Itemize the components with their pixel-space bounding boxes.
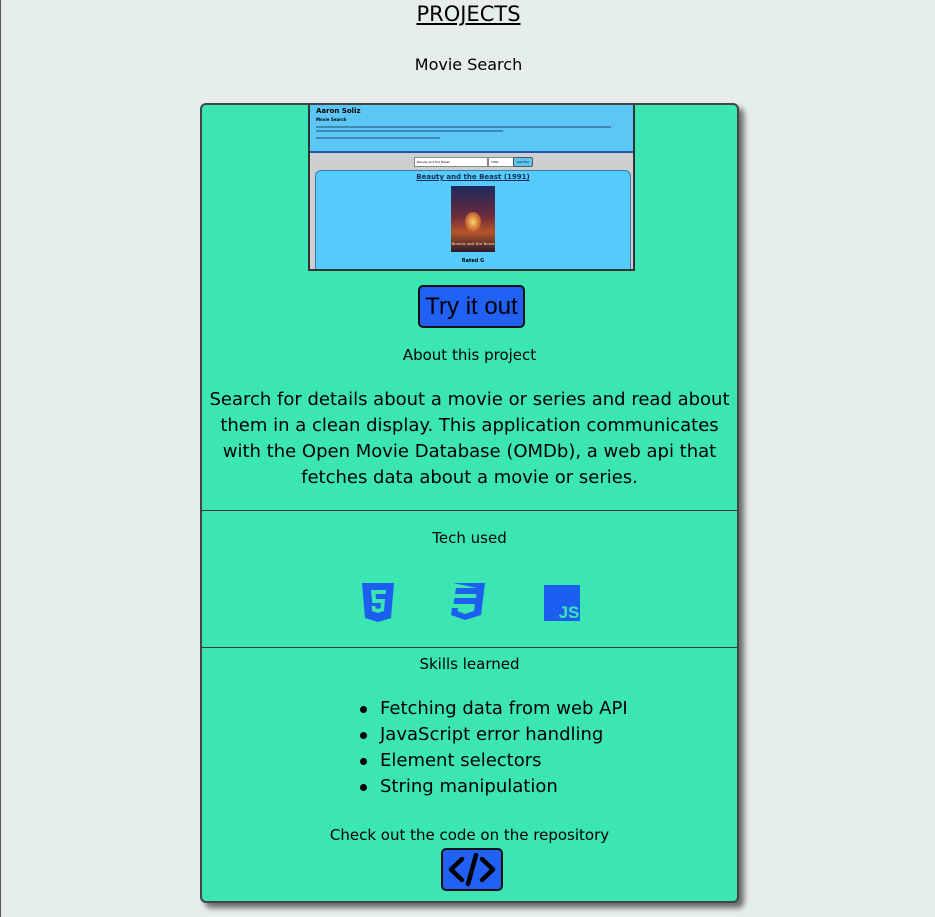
tech-heading: Tech used <box>432 529 507 547</box>
thumb-author: Aaron Soliz <box>316 107 361 115</box>
thumb-text-line <box>316 126 612 128</box>
try-it-out-button[interactable]: Try it out <box>418 285 525 328</box>
movie-poster-image: Beauty and the Beast <box>451 186 495 252</box>
poster-text: Beauty and the Beast <box>451 241 495 246</box>
skill-item: Element selectors <box>360 748 628 774</box>
thumb-search-input: Beauty and the Beast <box>414 157 488 167</box>
thumb-app-title: Movie Search <box>316 117 347 122</box>
repository-code-button[interactable] <box>441 848 503 891</box>
divider <box>202 510 737 511</box>
page-title: PROJECTS <box>416 2 521 26</box>
project-card: Aaron Soliz Movie Search Beauty and the … <box>200 103 739 903</box>
skill-item: JavaScript error handling <box>360 722 628 748</box>
project-screenshot: Aaron Soliz Movie Search Beauty and the … <box>308 105 635 271</box>
thumb-movie-title: Beauty and the Beast (1991) <box>416 173 530 181</box>
skills-heading: Skills learned <box>419 655 520 673</box>
html5-icon <box>362 583 394 622</box>
thumb-year-input: 1991 <box>488 157 514 167</box>
code-icon <box>448 852 496 887</box>
skill-item: String manipulation <box>360 774 628 800</box>
project-name: Movie Search <box>414 55 523 74</box>
svg-text:JS: JS <box>559 603 580 622</box>
css3-icon <box>451 583 485 620</box>
thumb-text-line <box>316 130 503 132</box>
about-heading: About this project <box>402 346 537 364</box>
repo-heading: Check out the code on the repository <box>329 826 610 844</box>
thumb-result-card: Beauty and the Beast (1991) Beauty and t… <box>315 170 631 269</box>
thumb-rating: Rated G <box>461 258 485 264</box>
thumb-header: Aaron Soliz Movie Search <box>310 105 633 153</box>
thumb-search-form: Beauty and the Beast 1991 Get Film <box>310 157 633 169</box>
thumb-text-line <box>316 137 441 139</box>
javascript-icon: JS <box>544 585 580 622</box>
skill-item: Fetching data from web API <box>360 696 628 722</box>
divider <box>202 647 737 648</box>
about-text: Search for details about a movie or seri… <box>209 389 730 488</box>
skills-list: Fetching data from web API JavaScript er… <box>360 696 628 800</box>
thumb-search-button: Get Film <box>513 157 533 167</box>
